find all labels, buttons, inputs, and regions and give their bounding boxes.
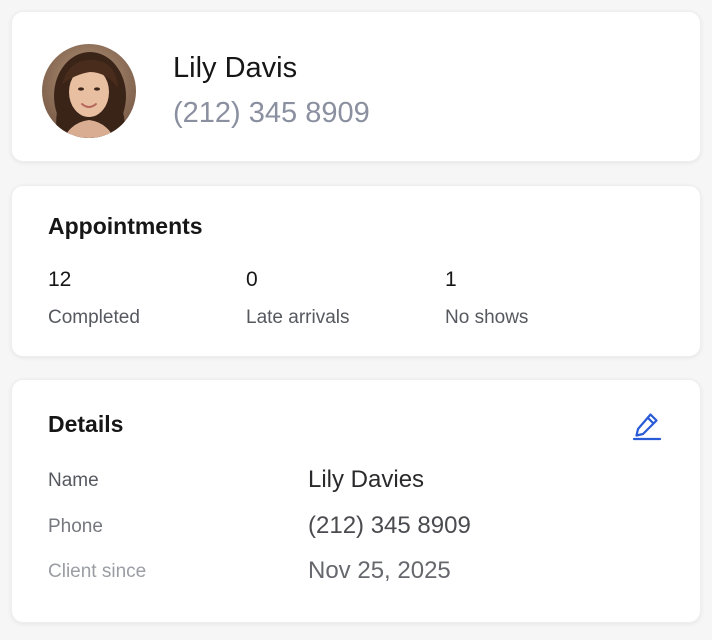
detail-value: Nov 25, 2025 [308,557,451,584]
client-name: Lily Davis [173,52,298,84]
details-card: Details Name Lily Davies Phone (212) 345… [11,379,701,623]
stat-value: 0 [246,268,258,291]
detail-row-phone: Phone (212) 345 8909 [48,512,664,542]
detail-value: Lily Davies [308,466,425,493]
detail-row-name: Name Lily Davies [48,466,664,496]
client-phone: (212) 345 8909 [173,97,370,129]
stat-late-arrivals: 0 Late arrivals [246,268,350,329]
stat-completed: 12 Completed [48,268,140,329]
profile-card: Lily Davis (212) 345 8909 [11,11,701,162]
detail-label: Client since [48,561,147,582]
details-title: Details [48,411,124,437]
stat-no-shows: 1 No shows [445,268,528,329]
stat-value: 12 [48,268,72,291]
appointments-title: Appointments [48,213,203,239]
detail-label: Phone [48,516,103,537]
detail-row-client-since: Client since Nov 25, 2025 [48,557,664,587]
pencil-icon[interactable] [630,408,664,442]
detail-value: (212) 345 8909 [308,512,471,539]
stat-value: 1 [445,268,457,291]
stat-label: Late arrivals [246,307,350,328]
avatar [42,44,136,138]
avatar-image [42,44,136,138]
detail-label: Name [48,470,99,491]
stat-label: No shows [445,307,529,328]
stat-label: Completed [48,307,140,328]
appointments-card: Appointments 12 Completed 0 Late arrival… [11,185,701,357]
